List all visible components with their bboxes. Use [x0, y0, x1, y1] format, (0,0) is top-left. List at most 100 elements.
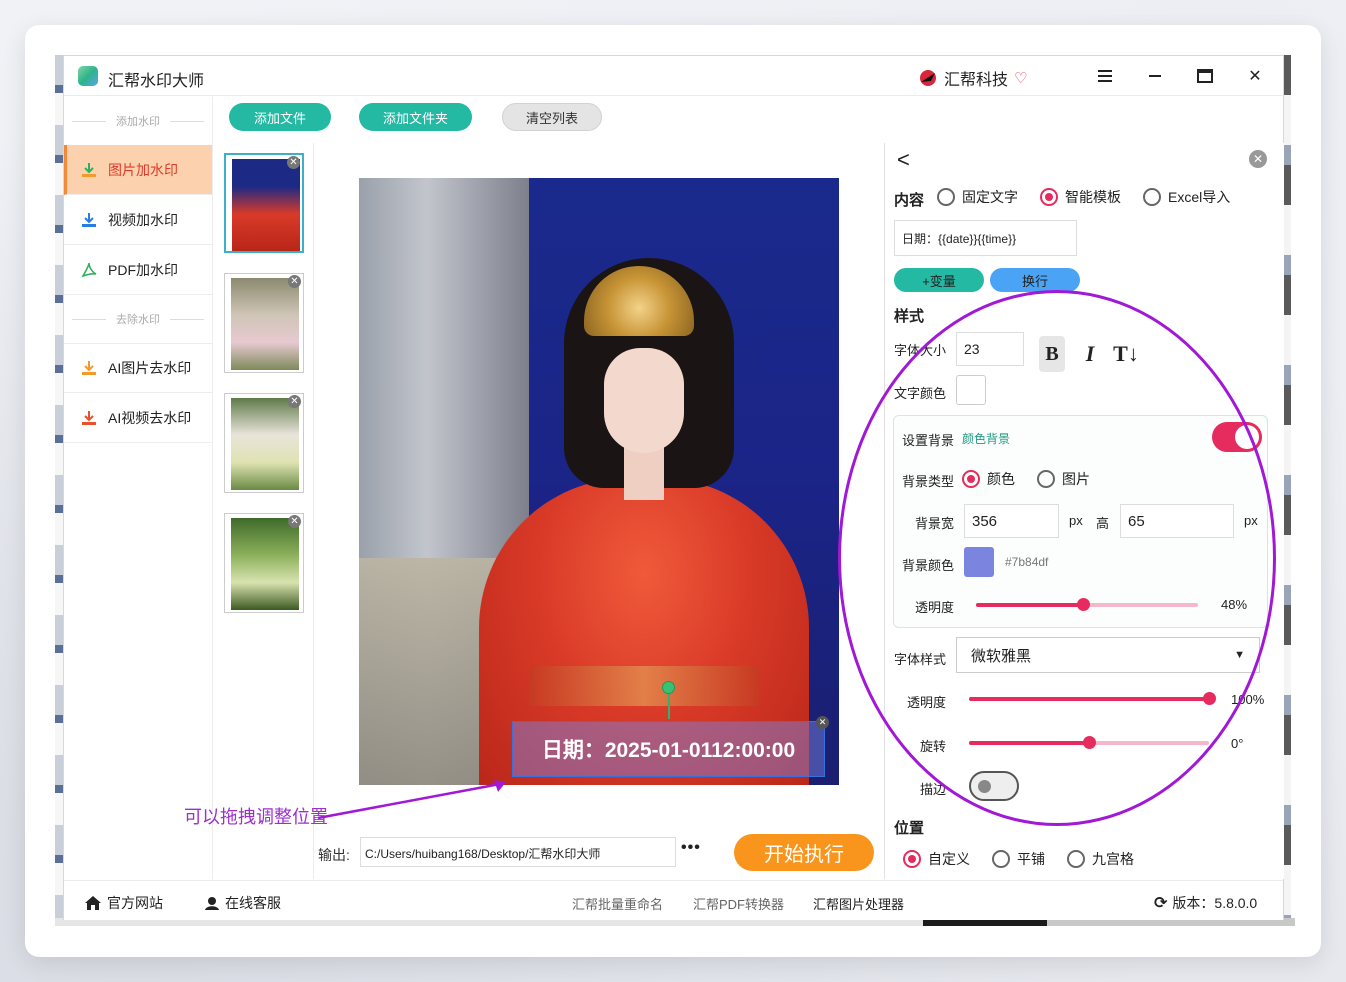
- bg-height-input[interactable]: 65: [1120, 504, 1234, 538]
- watermark-box[interactable]: 日期：2025-01-0112:00:00: [512, 721, 825, 777]
- add-variable-button[interactable]: +变量: [894, 268, 984, 292]
- radio-fixed-text[interactable]: 固定文字: [937, 187, 1018, 207]
- back-icon[interactable]: <: [897, 147, 910, 173]
- radio-excel-import[interactable]: Excel导入: [1143, 187, 1230, 207]
- settings-panel: < ✕ 内容 固定文字 智能模板 Excel导入 日期：{{date}}{{ti…: [884, 143, 1284, 879]
- bg-width-unit: px: [1069, 513, 1083, 528]
- thumbnail-item[interactable]: ✕: [224, 153, 304, 253]
- font-style-select[interactable]: 微软雅黑 ▼: [956, 637, 1260, 673]
- remove-thumbnail-icon[interactable]: ✕: [288, 395, 301, 408]
- website-link[interactable]: 官方网站: [84, 893, 163, 913]
- template-input[interactable]: 日期：{{date}}{{time}}: [894, 220, 1077, 256]
- rotate-handle[interactable]: [662, 681, 675, 694]
- radio-bg-color[interactable]: 颜色: [962, 469, 1015, 489]
- close-panel-icon[interactable]: ✕: [1249, 150, 1267, 168]
- rotate-value: 0°: [1231, 736, 1244, 751]
- support-link[interactable]: 在线客服: [204, 893, 281, 913]
- rotate-slider[interactable]: [969, 736, 1209, 749]
- position-radio-group: 自定义 平铺 九宫格: [903, 849, 1134, 869]
- menu-button[interactable]: [1090, 64, 1120, 88]
- remove-thumbnail-icon[interactable]: ✕: [288, 275, 301, 288]
- bg-label: 设置背景: [902, 433, 955, 448]
- start-button[interactable]: 开始执行: [734, 834, 874, 871]
- bg-opacity-slider[interactable]: [976, 598, 1198, 611]
- add-folder-button[interactable]: 添加文件夹: [359, 103, 472, 131]
- stroke-toggle[interactable]: [969, 771, 1019, 801]
- sidebar-item-image-watermark[interactable]: 图片加水印: [64, 145, 212, 195]
- sidebar-item-video-watermark[interactable]: 视频加水印: [64, 195, 212, 245]
- text-color-swatch[interactable]: [956, 375, 986, 405]
- download-icon: [80, 409, 98, 427]
- newline-button[interactable]: 换行: [990, 268, 1080, 292]
- radio-position-custom[interactable]: 自定义: [903, 849, 970, 869]
- thumbnail-item[interactable]: ✕: [224, 513, 304, 613]
- sidebar-item-label: PDF加水印: [108, 261, 178, 278]
- add-file-button[interactable]: 添加文件: [229, 103, 331, 131]
- home-icon: [85, 896, 101, 910]
- download-icon: [80, 211, 98, 229]
- app-title: 汇帮水印大师: [108, 73, 205, 90]
- font-size-input[interactable]: 23: [956, 332, 1024, 366]
- bg-toggle[interactable]: [1212, 422, 1262, 452]
- remove-thumbnail-icon[interactable]: ✕: [288, 515, 301, 528]
- sidebar-item-label: AI图片去水印: [108, 360, 192, 376]
- bg-type-label: 背景类型: [902, 474, 955, 489]
- sidebar-section-remove: 去除水印: [64, 295, 212, 343]
- slider-knob[interactable]: [1083, 736, 1096, 749]
- download-icon: [80, 161, 98, 179]
- style-label: 样式: [894, 308, 925, 325]
- chevron-down-icon: ▼: [1234, 649, 1245, 661]
- slider-knob[interactable]: [1203, 692, 1216, 705]
- font-style-value: 微软雅黑: [971, 647, 1032, 665]
- content-label: 内容: [894, 192, 925, 209]
- thumbnail-item[interactable]: ✕: [224, 273, 304, 373]
- heart-icon: ♡: [1014, 70, 1028, 87]
- stroke-label: 描边: [920, 782, 947, 797]
- radio-smart-template[interactable]: 智能模板: [1040, 187, 1121, 207]
- sidebar-item-ai-video-remove[interactable]: AI视频去水印: [64, 393, 212, 443]
- refresh-icon: ⟳: [1154, 895, 1168, 912]
- italic-button[interactable]: I: [1077, 336, 1103, 372]
- sidebar-item-ai-image-remove[interactable]: AI图片去水印: [64, 343, 212, 393]
- headset-icon: [205, 897, 219, 910]
- bg-color-label: 背景颜色: [902, 558, 955, 573]
- brand-name: 汇帮科技: [944, 72, 1009, 89]
- version-info[interactable]: ⟳ 版本：5.8.0.0: [1154, 893, 1257, 913]
- opacity-value: 100%: [1231, 692, 1265, 707]
- minimize-button[interactable]: [1140, 64, 1170, 88]
- bg-width-input[interactable]: 356: [964, 504, 1059, 538]
- title-bar: 汇帮水印大师 汇帮科技 ♡ ✕: [64, 56, 1283, 96]
- bg-opacity-value: 48%: [1221, 597, 1248, 612]
- content-radio-group: 固定文字 智能模板 Excel导入: [937, 187, 1230, 207]
- radio-bg-image[interactable]: 图片: [1037, 469, 1090, 489]
- text-format-button[interactable]: T↓: [1111, 336, 1141, 372]
- sidebar-item-pdf-watermark[interactable]: PDF加水印: [64, 245, 212, 295]
- bg-mode-label: 颜色背景: [962, 432, 1011, 446]
- background-settings: 设置背景 颜色背景 背景类型 颜色 图片 背景宽 356 px 高 65 px …: [893, 415, 1268, 628]
- browse-output-button[interactable]: •••: [681, 839, 701, 857]
- maximize-button[interactable]: [1190, 64, 1220, 88]
- radio-position-tile[interactable]: 平铺: [992, 849, 1045, 869]
- rotate-label: 旋转: [920, 739, 947, 754]
- close-button[interactable]: ✕: [1240, 64, 1270, 88]
- link-pdf-converter[interactable]: 汇帮PDF转换器: [693, 894, 784, 913]
- opacity-label: 透明度: [907, 695, 947, 710]
- link-image-processor[interactable]: 汇帮图片处理器: [813, 894, 904, 913]
- text-color-label: 文字颜色: [894, 386, 947, 401]
- app-logo-icon: [78, 66, 98, 86]
- remove-thumbnail-icon[interactable]: ✕: [287, 156, 300, 169]
- bold-button[interactable]: B: [1039, 336, 1065, 372]
- opacity-slider[interactable]: [969, 692, 1216, 705]
- radio-position-grid[interactable]: 九宫格: [1067, 849, 1134, 869]
- slider-knob[interactable]: [1076, 598, 1090, 611]
- thumbnail-item[interactable]: ✕: [224, 393, 304, 493]
- preview-image: [359, 178, 839, 785]
- footer: 官方网站 在线客服 汇帮批量重命名 汇帮PDF转换器 汇帮图片处理器 ⟳ 版本：…: [64, 880, 1283, 920]
- bg-color-swatch[interactable]: [964, 547, 994, 577]
- output-path-field[interactable]: C:/Users/huibang168/Desktop/汇帮水印大师: [360, 837, 676, 867]
- remove-watermark-icon[interactable]: ✕: [816, 716, 829, 729]
- link-batch-rename[interactable]: 汇帮批量重命名: [572, 894, 663, 913]
- font-size-label: 字体大小: [894, 343, 947, 358]
- clear-list-button[interactable]: 清空列表: [502, 103, 602, 131]
- position-label: 位置: [894, 820, 925, 837]
